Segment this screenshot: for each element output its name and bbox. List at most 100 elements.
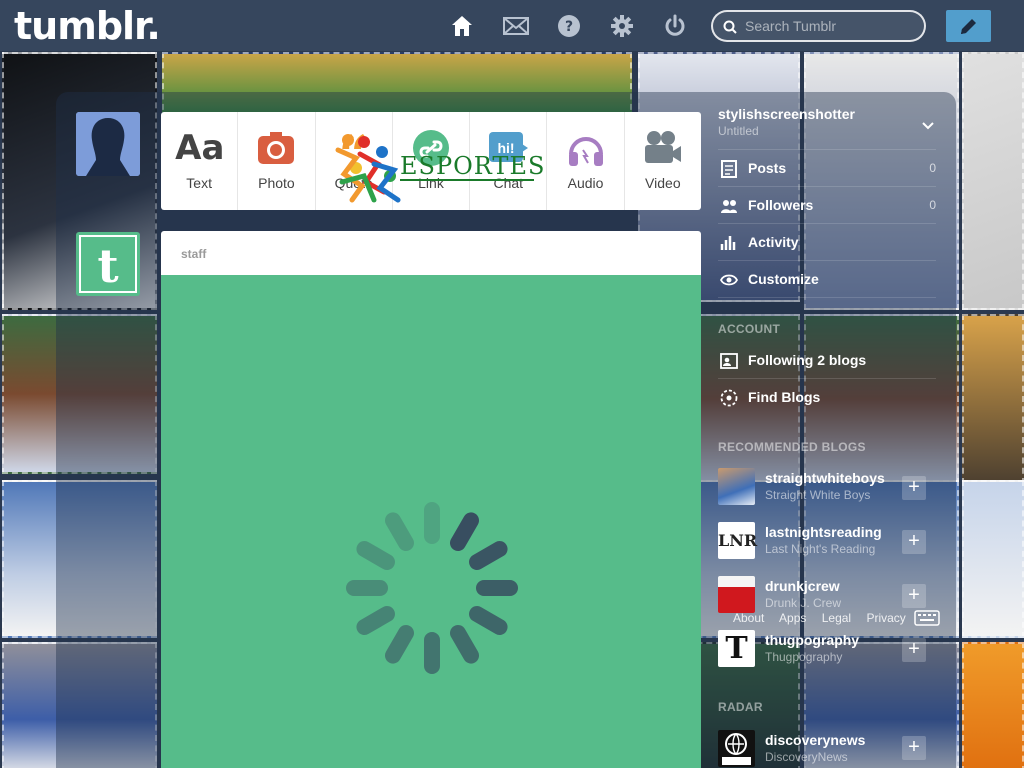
spinner-segment (356, 541, 395, 570)
blog-avatar: T (718, 630, 755, 667)
radar-section-header: RADAR (718, 700, 763, 714)
recommended-blog[interactable]: straightwhiteboys Straight White Boys (718, 468, 928, 522)
posts-icon (721, 160, 737, 178)
sidebar-item-count: 0 (929, 161, 936, 175)
recommended-section-header: RECOMMENDED BLOGS (718, 440, 866, 454)
recommended-blog[interactable]: LNR lastnightsreading Last Night's Readi… (718, 522, 928, 576)
tumblr-t-icon: t (79, 235, 137, 293)
sidebar-item-customize[interactable]: Customize (718, 262, 936, 298)
sidebar-item-following[interactable]: Following 2 blogs (718, 343, 936, 379)
blog-subtitle: Drunk J. Crew (765, 596, 842, 610)
follow-button[interactable]: + (902, 638, 926, 662)
spinner-segment (450, 625, 479, 664)
recommended-blog[interactable]: T thugpography Thugpography (718, 630, 928, 684)
esportes-logo-text: ESPORTES (400, 152, 546, 180)
footer-link-about[interactable]: About (733, 611, 764, 625)
settings-icon[interactable] (610, 14, 634, 38)
blog-subtitle: Straight White Boys (765, 488, 871, 502)
pencil-icon (961, 19, 976, 34)
help-icon[interactable]: ? (557, 14, 581, 38)
account-section-header: ACCOUNT (718, 322, 781, 336)
loading-spinner-icon (346, 502, 518, 674)
blog-name: lastnightsreading (765, 524, 882, 540)
esportes-logo: ESPORTES (334, 130, 544, 206)
sidebar-item-label: Followers (748, 197, 814, 213)
svg-text:t: t (97, 239, 119, 293)
post-type-label: Photo (258, 175, 295, 191)
follow-button[interactable]: + (902, 584, 926, 608)
spinner-segment (476, 580, 518, 596)
following-icon (720, 353, 738, 369)
sidebar-item-label: Posts (748, 160, 787, 176)
post-type-video[interactable]: Video (625, 112, 701, 210)
sidebar-item-label: Following 2 blogs (748, 352, 867, 368)
sidebar-item-posts[interactable]: Posts 0 (718, 151, 936, 187)
follow-button[interactable]: + (902, 530, 926, 554)
power-icon[interactable] (663, 14, 687, 38)
sidebar-item-label: Activity (748, 234, 799, 250)
mail-icon[interactable] (503, 14, 529, 38)
followers-icon (721, 200, 737, 213)
post-type-label: Audio (567, 175, 604, 191)
footer-link-apps[interactable]: Apps (779, 611, 806, 625)
chevron-down-icon (922, 122, 934, 130)
follow-button[interactable]: + (902, 476, 926, 500)
post-type-audio[interactable]: Audio (547, 112, 625, 210)
post-type-photo[interactable]: Photo (238, 112, 316, 210)
post-type-text[interactable]: Aa Text (161, 112, 239, 210)
radar-blog[interactable]: discoverynews DiscoveryNews (718, 730, 928, 768)
staff-avatar[interactable]: t (76, 232, 140, 296)
footer-link-privacy[interactable]: Privacy (866, 611, 905, 625)
spinner-segment (469, 541, 508, 570)
top-navigation-bar: tumblr. ? (0, 0, 1024, 52)
search-icon (723, 20, 737, 34)
spinner-segment (424, 502, 440, 544)
svg-text:?: ? (565, 19, 573, 35)
post-type-label: Video (645, 175, 681, 191)
blog-header[interactable]: stylishscreenshotter Untitled (718, 106, 936, 150)
spinner-segment (346, 580, 388, 596)
sidebar-item-activity[interactable]: Activity (718, 225, 936, 261)
blog-subtitle: Thugpography (765, 650, 843, 664)
sidebar-item-followers[interactable]: Followers 0 (718, 188, 936, 224)
camera-icon (258, 132, 295, 164)
blog-name: discoverynews (765, 732, 866, 748)
home-icon[interactable] (450, 14, 474, 38)
follow-button[interactable]: + (902, 736, 926, 760)
keyboard-shortcuts-icon[interactable] (914, 610, 940, 626)
user-avatar[interactable] (76, 112, 140, 176)
footer-link-legal[interactable]: Legal (822, 611, 851, 625)
sidebar-item-find-blogs[interactable]: Find Blogs (718, 380, 936, 416)
blog-name: thugpography (765, 632, 860, 648)
activity-icon (720, 236, 736, 250)
spinner-segment (385, 512, 414, 551)
tumblr-logo[interactable]: tumblr. (14, 4, 161, 48)
post-author[interactable]: staff (161, 231, 701, 275)
sidebar: stylishscreenshotter Untitled Posts 0 Fo… (710, 92, 956, 768)
sidebar-item-label: Customize (748, 271, 819, 287)
athletes-figures-icon (335, 134, 401, 203)
text-icon: Aa (175, 128, 225, 168)
headphones-icon (568, 137, 603, 166)
blog-avatar: LNR (718, 522, 757, 559)
post-type-label: Text (186, 175, 212, 191)
blog-avatar (718, 576, 755, 613)
search-input[interactable] (745, 17, 915, 35)
post-body (161, 275, 701, 768)
sidebar-item-count: 0 (929, 198, 936, 212)
search-box[interactable] (711, 10, 926, 42)
spinner-segment (385, 625, 414, 664)
compose-button[interactable] (946, 10, 991, 42)
blog-avatar (718, 730, 755, 767)
blog-avatar (718, 468, 755, 505)
spinner-segment (450, 512, 479, 551)
compass-icon (720, 389, 738, 407)
post-card: staff (161, 231, 701, 768)
eye-icon (720, 274, 738, 286)
spinner-segment (356, 606, 395, 635)
blog-name: stylishscreenshotter (718, 106, 855, 122)
discovery-globe-icon (722, 733, 751, 765)
spinner-segment (469, 606, 508, 635)
video-camera-icon (644, 131, 681, 163)
blog-subtitle: Last Night's Reading (765, 542, 876, 556)
